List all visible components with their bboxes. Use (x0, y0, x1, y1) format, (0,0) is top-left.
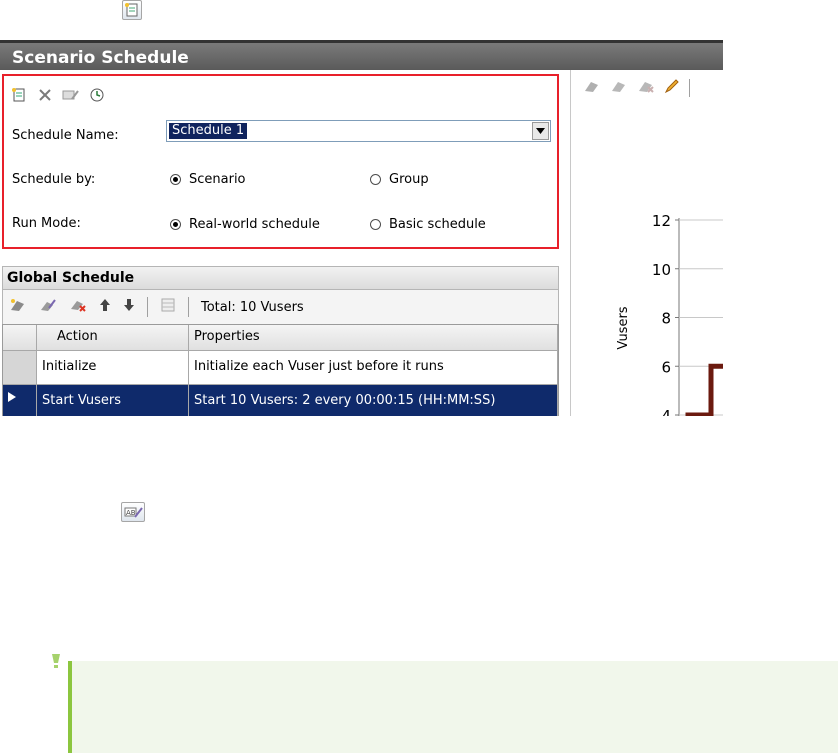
table-corner (3, 325, 37, 351)
run-mode-real-world-radio[interactable]: Real-world schedule (170, 217, 320, 232)
move-up-icon[interactable] (99, 298, 111, 316)
schedule-left-pane: Schedule Name: Schedule 1 Schedule by: S… (0, 70, 566, 416)
global-schedule-toolbar: Total: 10 Vusers (2, 290, 559, 324)
y-tick-label: 6 (661, 358, 671, 376)
y-axis-label: Vusers (616, 306, 631, 349)
radio-unselected-icon[interactable] (370, 219, 381, 230)
total-vusers: Total: 10 Vusers (201, 299, 304, 315)
table-row-action[interactable]: Start Vusers (37, 385, 189, 416)
rename-schedule-icon[interactable] (62, 86, 80, 104)
new-schedule-icon (122, 0, 142, 20)
move-down-icon[interactable] (123, 298, 135, 316)
y-tick-label: 4 (661, 407, 671, 416)
schedule-by-group-radio[interactable]: Group (370, 172, 429, 187)
chevron-down-icon[interactable] (532, 122, 549, 140)
add-action-icon[interactable] (9, 298, 27, 316)
radio-unselected-icon[interactable] (370, 174, 381, 185)
window-title: Scenario Schedule (0, 40, 723, 70)
toolbar-separator (147, 297, 148, 317)
run-mode-label: Run Mode: (12, 216, 81, 231)
radio-selected-icon[interactable] (170, 219, 181, 230)
schedule-by-scenario-label: Scenario (189, 172, 246, 187)
column-header-action[interactable]: Action (37, 325, 189, 351)
note-callout (68, 661, 838, 753)
vusers-series-line (685, 363, 723, 416)
schedule-graph-pane: 4 6 8 10 12 Vusers (570, 70, 723, 416)
schedule-definition-panel: Schedule Name: Schedule 1 Schedule by: S… (2, 74, 559, 249)
schedule-by-label: Schedule by: (12, 172, 96, 187)
delete-schedule-icon[interactable] (36, 86, 54, 104)
y-tick-label: 8 (661, 310, 671, 328)
run-mode-basic-radio[interactable]: Basic schedule (370, 217, 486, 232)
schedule-clock-icon[interactable] (88, 86, 106, 104)
schedule-grid-icon[interactable] (160, 297, 176, 317)
toolbar-separator (188, 297, 189, 317)
table-row-properties[interactable]: Start 10 Vusers: 2 every 00:00:15 (HH:MM… (189, 385, 558, 416)
y-tick-label: 12 (652, 212, 671, 230)
row-header-selected[interactable] (3, 385, 37, 416)
edit-action-icon[interactable] (39, 298, 57, 316)
column-header-properties[interactable]: Properties (189, 325, 558, 351)
note-pin-icon (52, 654, 60, 668)
radio-selected-icon[interactable] (170, 174, 181, 185)
schedule-name-value[interactable]: Schedule 1 (169, 123, 248, 139)
run-mode-real-world-label: Real-world schedule (189, 217, 320, 232)
current-row-icon (8, 392, 16, 402)
schedule-toolbar (10, 83, 106, 107)
svg-text:AB: AB (126, 509, 136, 517)
schedule-name-label: Schedule Name: (12, 128, 119, 143)
new-schedule-button[interactable] (10, 86, 28, 104)
global-schedule-header: Global Schedule (2, 266, 559, 290)
delete-action-icon[interactable] (69, 298, 87, 316)
schedule-by-group-label: Group (389, 172, 429, 187)
global-schedule-table: Action Properties Initialize Initialize … (2, 324, 559, 416)
y-tick-label: 10 (652, 261, 671, 279)
table-row-properties[interactable]: Initialize each Vuser just before it run… (189, 351, 558, 385)
vusers-chart: 4 6 8 10 12 Vusers (616, 212, 723, 416)
schedule-by-scenario-radio[interactable]: Scenario (170, 172, 246, 187)
run-mode-basic-label: Basic schedule (389, 217, 486, 232)
table-row-action[interactable]: Initialize (37, 351, 189, 385)
scenario-schedule-window: Scenario Schedule Schedule Name: Schedul… (0, 40, 723, 416)
schedule-name-combobox[interactable]: Schedule 1 (166, 120, 551, 142)
row-header[interactable] (3, 351, 37, 385)
edit-action-icon: AB (121, 502, 145, 522)
